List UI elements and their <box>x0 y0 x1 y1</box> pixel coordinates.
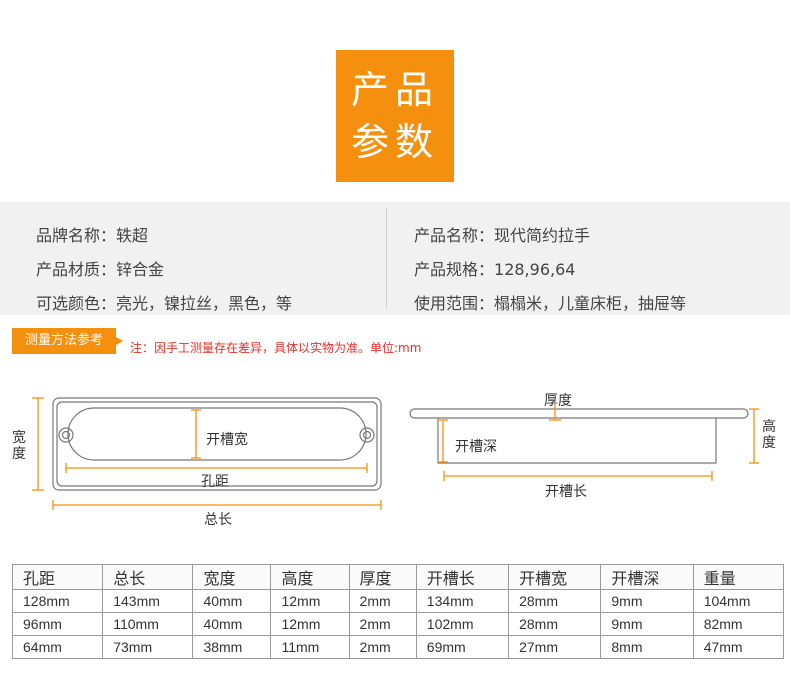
table-cell: 28mm <box>508 589 602 613</box>
colors-label: 可选颜色： <box>36 294 117 313</box>
table-header-cell: 重量 <box>692 564 785 590</box>
label-slot-width: 开槽宽 <box>206 432 248 448</box>
table-header-cell: 开槽深 <box>600 564 694 590</box>
table-cell: 134mm <box>415 589 510 613</box>
table-cell: 11mm <box>270 635 350 659</box>
table-header-cell: 厚度 <box>348 564 417 590</box>
spec-label: 产品规格： <box>414 260 495 279</box>
label-total-length: 总长 <box>204 512 232 528</box>
product-name-value: 现代简约拉手 <box>494 226 591 245</box>
info-divider <box>386 208 387 308</box>
table-cell: 104mm <box>692 589 785 613</box>
brand-value: 轶超 <box>116 226 149 245</box>
info-material: 产品材质：锌合金 <box>36 256 164 280</box>
material-value: 锌合金 <box>116 260 165 279</box>
spec-value: 128,96,64 <box>494 260 576 279</box>
table-row: 64mm 73mm 38mm 11mm 2mm 69mm 27mm 8mm 47… <box>11 635 785 659</box>
measure-method-tag: 测量方法参考 <box>12 328 123 354</box>
colors-value: 亮光，镍拉丝，黑色，等 <box>116 294 293 313</box>
table-cell: 82mm <box>692 612 785 636</box>
table-cell: 27mm <box>508 635 602 659</box>
table-cell: 12mm <box>270 612 350 636</box>
table-cell: 69mm <box>415 635 510 659</box>
table-cell: 2mm <box>348 612 417 636</box>
product-name-label: 产品名称： <box>414 226 495 245</box>
table-cell: 2mm <box>348 635 417 659</box>
info-usage: 使用范围：榻榻米，儿童床柜，抽屉等 <box>414 290 686 314</box>
usage-value: 榻榻米，儿童床柜，抽屉等 <box>494 294 687 313</box>
table-row: 128mm 143mm 40mm 12mm 2mm 134mm 28mm 9mm… <box>11 589 785 613</box>
measure-note: 注：因手工测量存在差异，具体以实物为准。单位:mm <box>130 341 422 355</box>
table-cell: 9mm <box>600 589 694 613</box>
table-cell: 128mm <box>11 589 104 613</box>
label-slot-depth: 开槽深 <box>455 439 497 455</box>
dimension-diagram <box>32 397 759 510</box>
info-colors: 可选颜色：亮光，镍拉丝，黑色，等 <box>36 290 292 314</box>
info-spec: 产品规格：128,96,64 <box>414 256 575 280</box>
usage-label: 使用范围： <box>414 294 495 313</box>
info-product-name: 产品名称：现代简约拉手 <box>414 222 590 246</box>
table-header-cell: 宽度 <box>192 564 272 590</box>
table-header-cell: 孔距 <box>11 564 104 590</box>
table-cell: 143mm <box>102 589 194 613</box>
table-row: 96mm 110mm 40mm 12mm 2mm 102mm 28mm 9mm … <box>11 612 785 636</box>
brand-label: 品牌名称： <box>36 226 117 245</box>
spec-table: 孔距 总长 宽度 高度 厚度 开槽长 开槽宽 开槽深 重量 128mm 143m… <box>11 564 785 659</box>
table-cell: 47mm <box>692 635 785 659</box>
label-hole-distance: 孔距 <box>201 474 229 490</box>
table-cell: 110mm <box>102 612 194 636</box>
table-cell: 40mm <box>192 612 272 636</box>
title-banner: 产品 参数 <box>336 50 454 182</box>
table-cell: 73mm <box>102 635 194 659</box>
table-header-cell: 总长 <box>102 564 194 590</box>
material-label: 产品材质： <box>36 260 117 279</box>
title-line-1: 产品 <box>350 68 439 112</box>
dimension-lines-top-view <box>32 397 382 510</box>
info-brand: 品牌名称：轶超 <box>36 222 148 246</box>
table-header-row: 孔距 总长 宽度 高度 厚度 开槽长 开槽宽 开槽深 重量 <box>11 564 785 590</box>
info-panel: 品牌名称：轶超 产品材质：锌合金 可选颜色：亮光，镍拉丝，黑色，等 产品名称：现… <box>0 202 790 315</box>
table-cell: 9mm <box>600 612 694 636</box>
table-header-cell: 开槽长 <box>415 564 510 590</box>
table-cell: 28mm <box>508 612 602 636</box>
table-header-cell: 开槽宽 <box>508 564 602 590</box>
table-cell: 12mm <box>270 589 350 613</box>
label-height: 高 度 <box>762 419 776 451</box>
table-cell: 102mm <box>415 612 510 636</box>
label-slot-length: 开槽长 <box>545 484 587 500</box>
label-width: 宽 度 <box>12 430 26 462</box>
table-cell: 2mm <box>348 589 417 613</box>
table-cell: 38mm <box>192 635 272 659</box>
table-header-cell: 高度 <box>270 564 350 590</box>
title-line-2: 参数 <box>350 120 439 164</box>
table-cell: 8mm <box>600 635 694 659</box>
table-cell: 96mm <box>11 612 104 636</box>
table-cell: 40mm <box>192 589 272 613</box>
table-cell: 64mm <box>11 635 104 659</box>
label-thickness: 厚度 <box>544 393 572 409</box>
